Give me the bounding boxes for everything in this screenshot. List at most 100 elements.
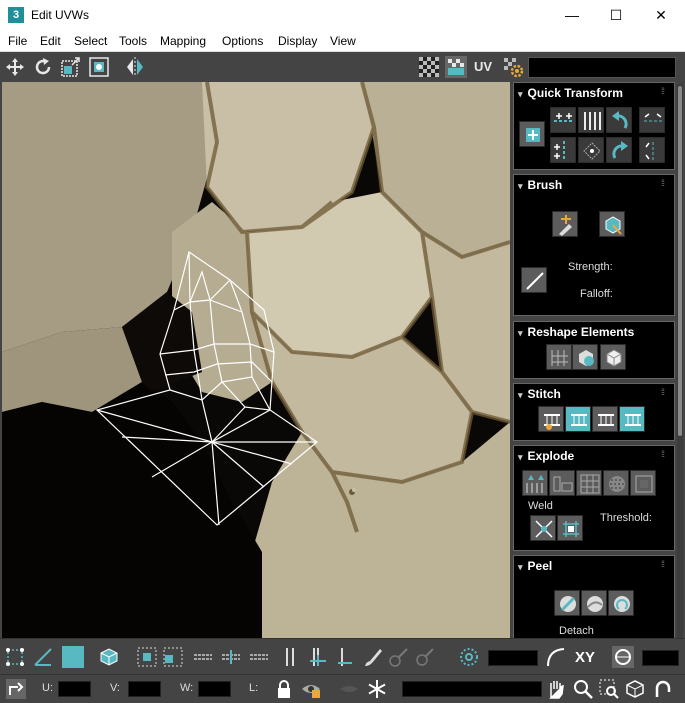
filter-dropdown[interactable] <box>402 681 542 697</box>
paint-move-button[interactable] <box>552 211 578 237</box>
rollout-grip-icon[interactable]: ⁞⁞ <box>661 560 669 569</box>
maximize-button[interactable]: ☐ <box>593 0 639 30</box>
menu-tools[interactable]: Tools <box>119 34 147 48</box>
shrink-loop-icon[interactable] <box>334 646 356 668</box>
checker-pattern-icon[interactable] <box>418 56 440 78</box>
xy-toggle-label[interactable]: XY <box>575 649 595 666</box>
v-coord-field[interactable] <box>128 681 161 697</box>
freeform-icon[interactable] <box>88 56 110 78</box>
soft-selection-icon[interactable] <box>458 646 480 668</box>
face-mode-icon[interactable] <box>62 646 84 668</box>
lock-icon[interactable] <box>273 678 295 700</box>
weld-target-button[interactable] <box>557 515 583 541</box>
straighten-button[interactable] <box>546 344 572 370</box>
rotate-ccw-button[interactable] <box>606 107 632 133</box>
grow-ring-icon[interactable] <box>220 646 242 668</box>
flip-vertical-button[interactable] <box>639 137 665 163</box>
menu-file[interactable]: File <box>8 34 27 48</box>
zoom-region-icon[interactable] <box>598 678 620 700</box>
absolute-offset-icon[interactable] <box>5 678 27 700</box>
vertex-mode-icon[interactable] <box>4 646 26 668</box>
move-icon[interactable] <box>4 56 26 78</box>
flatten-button[interactable] <box>549 470 575 496</box>
rollout-title[interactable]: Peel <box>518 559 553 573</box>
pan-hand-icon[interactable] <box>545 678 567 700</box>
falloff-distance-field[interactable] <box>642 650 679 666</box>
shrink-brush-icon[interactable] <box>414 646 436 668</box>
menu-options[interactable]: Options <box>222 34 263 48</box>
map-channel-dropdown[interactable] <box>528 57 676 78</box>
snap-icon[interactable] <box>652 678 674 700</box>
zoom-icon[interactable] <box>572 678 594 700</box>
rollout-grip-icon[interactable]: ⁞⁞ <box>661 450 669 459</box>
close-button[interactable]: ✕ <box>638 0 684 30</box>
reset-peel-button[interactable] <box>608 590 634 616</box>
panel-scrollbar-thumb[interactable] <box>678 86 682 436</box>
unhide-icon[interactable] <box>338 678 360 700</box>
uv-settings-icon[interactable] <box>502 56 524 78</box>
uv-cube-button[interactable] <box>600 344 626 370</box>
mirror-icon[interactable] <box>124 56 146 78</box>
relax-brush-button[interactable] <box>599 211 625 237</box>
enlarge-brush-icon[interactable] <box>388 646 410 668</box>
stitch-to-target-button[interactable] <box>619 406 645 432</box>
stitch-to-source-button[interactable] <box>565 406 591 432</box>
scale-icon[interactable] <box>60 56 82 78</box>
zoom-extents-icon[interactable] <box>624 678 646 700</box>
weld-selected-button[interactable] <box>530 515 556 541</box>
quick-peel-button[interactable] <box>554 590 580 616</box>
rotate-icon[interactable] <box>32 56 54 78</box>
falloff-value-field[interactable] <box>488 650 538 666</box>
minimize-button[interactable]: — <box>549 0 595 30</box>
w-coord-field[interactable] <box>198 681 231 697</box>
rollout-grip-icon[interactable]: ⁞⁞ <box>661 388 669 397</box>
menu-view[interactable]: View <box>330 34 356 48</box>
shrink-selection-icon[interactable] <box>162 646 184 668</box>
rollout-title[interactable]: Explode <box>518 449 575 463</box>
uv-viewport[interactable] <box>2 82 510 638</box>
stitch-average-button[interactable] <box>592 406 618 432</box>
hide-icon[interactable] <box>300 678 322 700</box>
element-mode-icon[interactable] <box>98 646 120 668</box>
rollout-title[interactable]: Quick Transform <box>518 86 623 100</box>
rollout-grip-icon[interactable]: ⁞⁞ <box>661 87 669 96</box>
stitch-custom-button[interactable] <box>538 406 564 432</box>
menu-mapping[interactable]: Mapping <box>160 34 206 48</box>
flatten-by-polygon-button[interactable] <box>576 470 602 496</box>
flatten-by-material-button[interactable] <box>603 470 629 496</box>
space-horizontal-button[interactable] <box>578 107 604 133</box>
menu-edit[interactable]: Edit <box>40 34 61 48</box>
rollout-title[interactable]: Stitch <box>518 387 561 401</box>
break-button[interactable] <box>522 470 548 496</box>
menu-select[interactable]: Select <box>74 34 107 48</box>
flatten-by-smoothing-button[interactable] <box>630 470 656 496</box>
loop-icon[interactable] <box>280 646 302 668</box>
shrink-ring-icon[interactable] <box>248 646 270 668</box>
grow-loop-icon[interactable] <box>306 646 328 668</box>
rollout-reshape-elements: Reshape Elements <box>513 321 675 379</box>
flip-horizontal-button[interactable] <box>639 107 665 133</box>
texture-display-icon[interactable] <box>445 56 467 78</box>
freeze-icon[interactable] <box>366 678 388 700</box>
ring-icon[interactable] <box>192 646 214 668</box>
peel-mode-button[interactable] <box>581 590 607 616</box>
rollout-title[interactable]: Brush <box>518 178 563 192</box>
brush-settings-button[interactable] <box>521 267 547 293</box>
align-vertical-button[interactable] <box>550 137 576 163</box>
rollout-grip-icon[interactable]: ⁞⁞ <box>661 179 669 188</box>
u-coord-field[interactable] <box>58 681 91 697</box>
falloff-type-icon[interactable] <box>612 646 634 668</box>
rollout-title[interactable]: Reshape Elements <box>518 325 635 339</box>
falloff-curve-icon[interactable] <box>545 646 567 668</box>
align-horizontal-button[interactable] <box>550 107 576 133</box>
rotate-cw-button[interactable] <box>606 137 632 163</box>
uv-axis-label[interactable]: UV <box>474 59 492 74</box>
edge-mode-icon[interactable] <box>32 646 54 668</box>
menu-display[interactable]: Display <box>278 34 317 48</box>
quick-pivot-button[interactable] <box>519 121 545 147</box>
align-center-button[interactable] <box>578 137 604 163</box>
relax-button[interactable] <box>572 344 598 370</box>
paint-select-icon[interactable] <box>362 646 384 668</box>
grow-selection-icon[interactable] <box>136 646 158 668</box>
coordinates-toolbar: U: V: W: L: <box>0 674 685 703</box>
